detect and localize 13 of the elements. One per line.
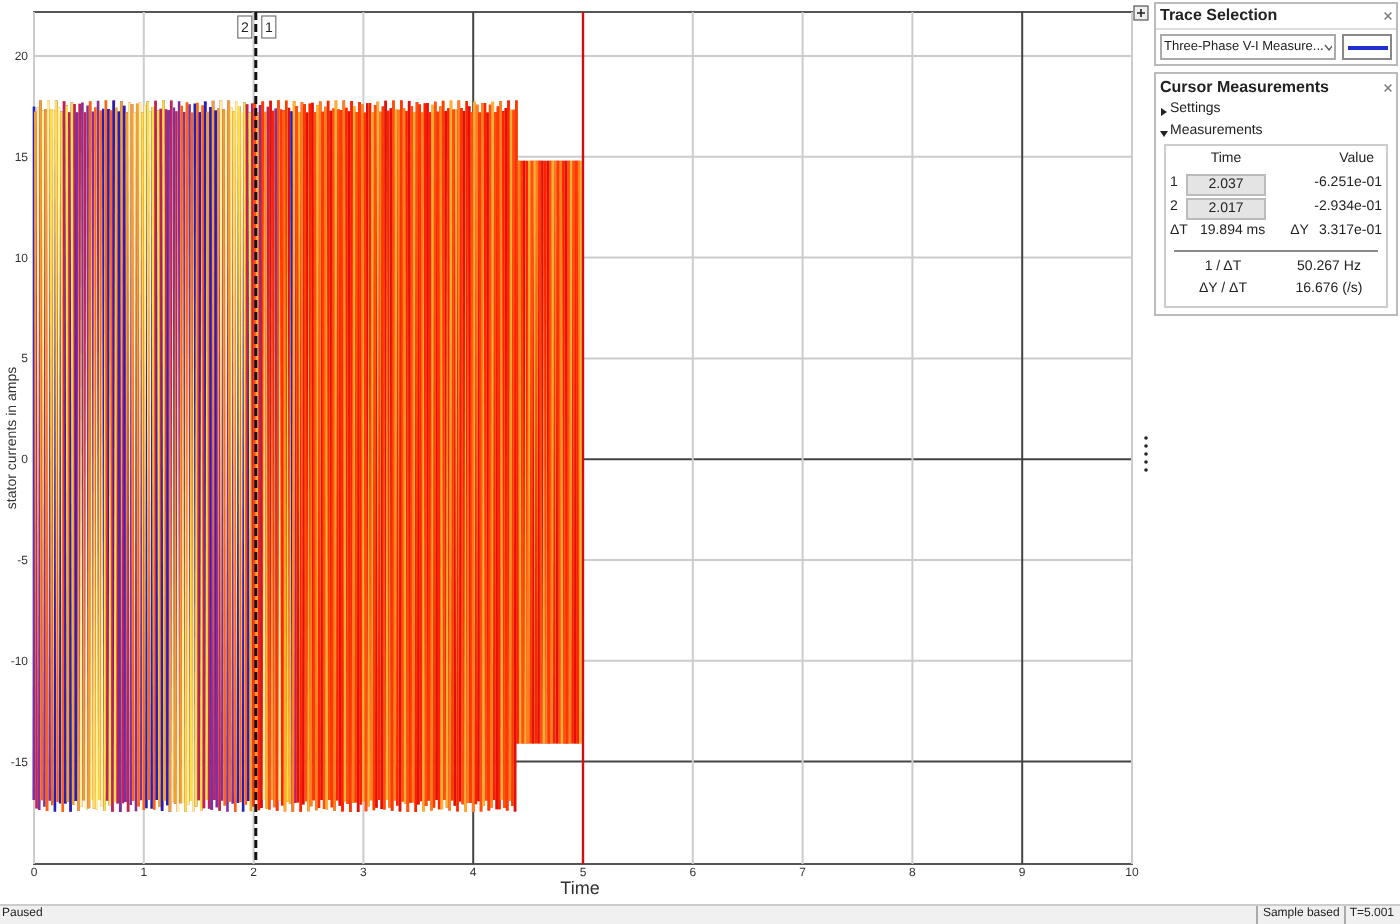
x-axis-label: Time [560, 878, 600, 898]
close-icon[interactable] [1384, 83, 1392, 91]
panel-title: Cursor Measurements [1160, 75, 1331, 99]
cursor-tag[interactable] [237, 15, 253, 39]
panel-title: Trace Selection [1160, 4, 1280, 28]
chevron-icon [1323, 43, 1332, 51]
close-icon[interactable] [1384, 12, 1392, 20]
caret-icon [1160, 129, 1168, 137]
cursor-tag[interactable] [261, 15, 277, 39]
line-style-swatch[interactable] [1342, 34, 1392, 60]
cursor-line[interactable] [254, 12, 258, 864]
expand-icon[interactable] [1133, 5, 1149, 21]
caret-icon [1160, 107, 1168, 115]
